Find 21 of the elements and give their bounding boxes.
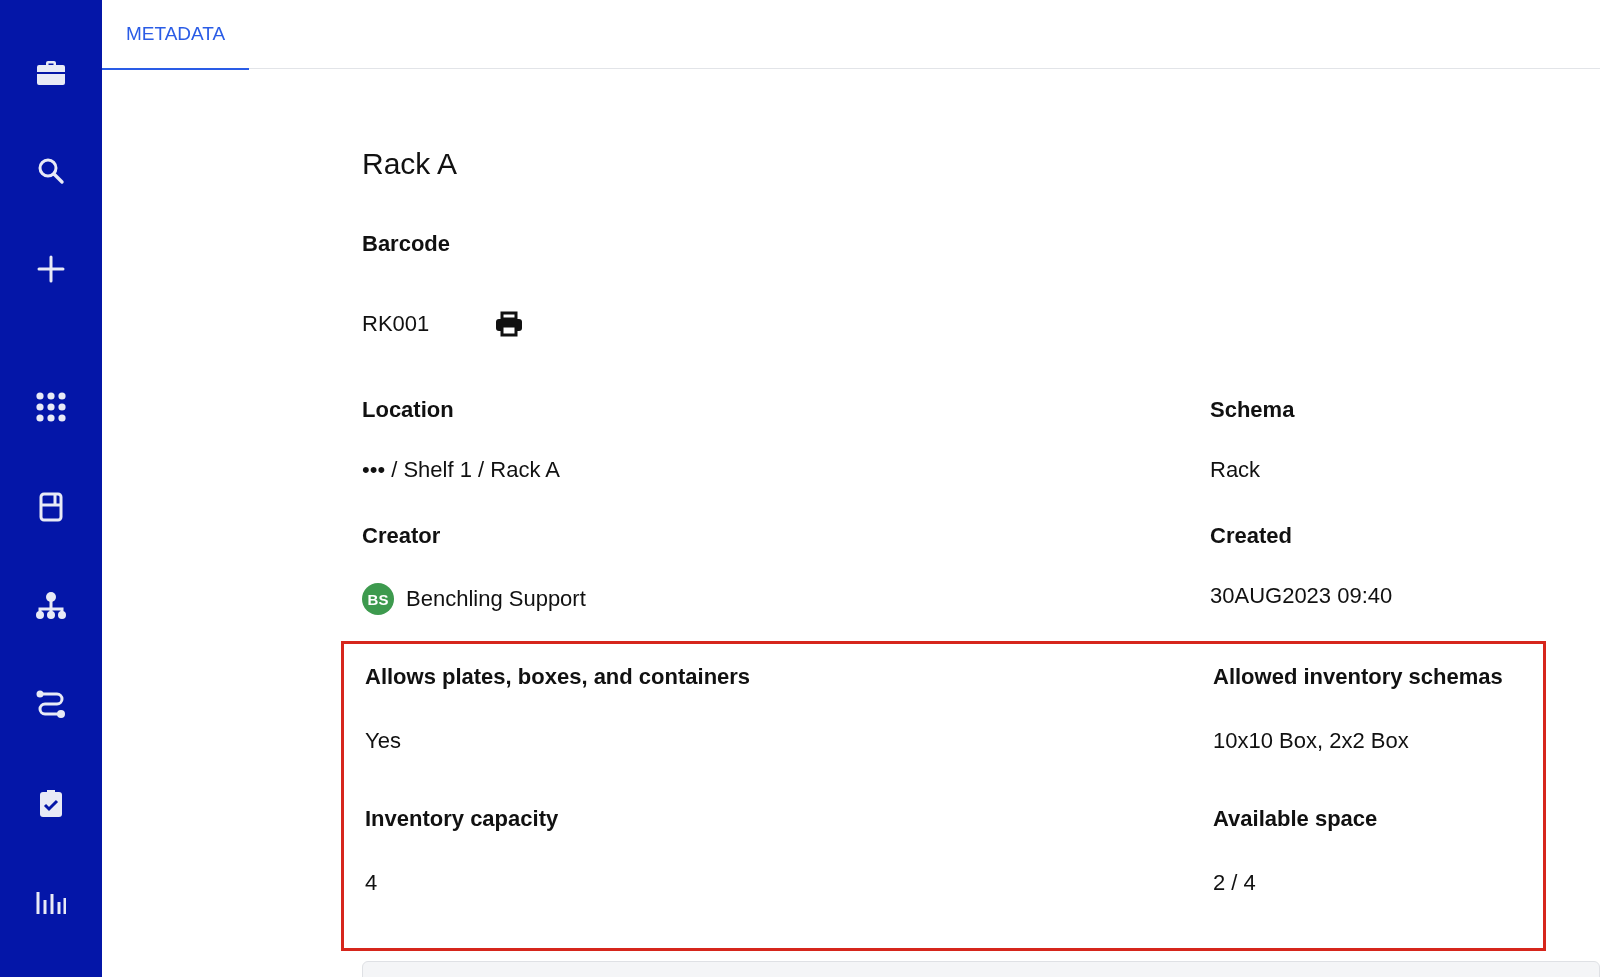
field-label: Inventory capacity <box>365 806 560 832</box>
field-label: Creator <box>362 523 442 549</box>
field-label: Created <box>1210 523 1293 549</box>
field-value: Rack <box>1210 457 1261 483</box>
field-label: Allows plates, boxes, and containers <box>365 664 752 690</box>
field-label: Barcode <box>362 231 452 257</box>
field-label: Location <box>362 397 455 423</box>
page-title: Rack A <box>362 147 459 181</box>
field-label: Available space <box>1213 806 1379 832</box>
field-value: RK001 <box>362 311 430 337</box>
field-value: 10x10 Box, 2x2 Box <box>1213 728 1409 754</box>
field-label: Schema <box>1210 397 1296 423</box>
field-value: Yes <box>365 728 401 754</box>
field-value: 4 <box>365 870 378 896</box>
user-avatar: BS <box>362 583 394 615</box>
metadata-tab[interactable]: METADATA <box>102 0 250 70</box>
field-value: ••• / Shelf 1 / Rack A <box>362 457 560 483</box>
field-value: Benchling Support <box>406 586 586 612</box>
field-label: Allowed inventory schemas <box>1213 664 1504 690</box>
field-value: 30AUG2023 09:40 <box>1210 583 1393 609</box>
field-value: 2 / 4 <box>1213 870 1256 896</box>
